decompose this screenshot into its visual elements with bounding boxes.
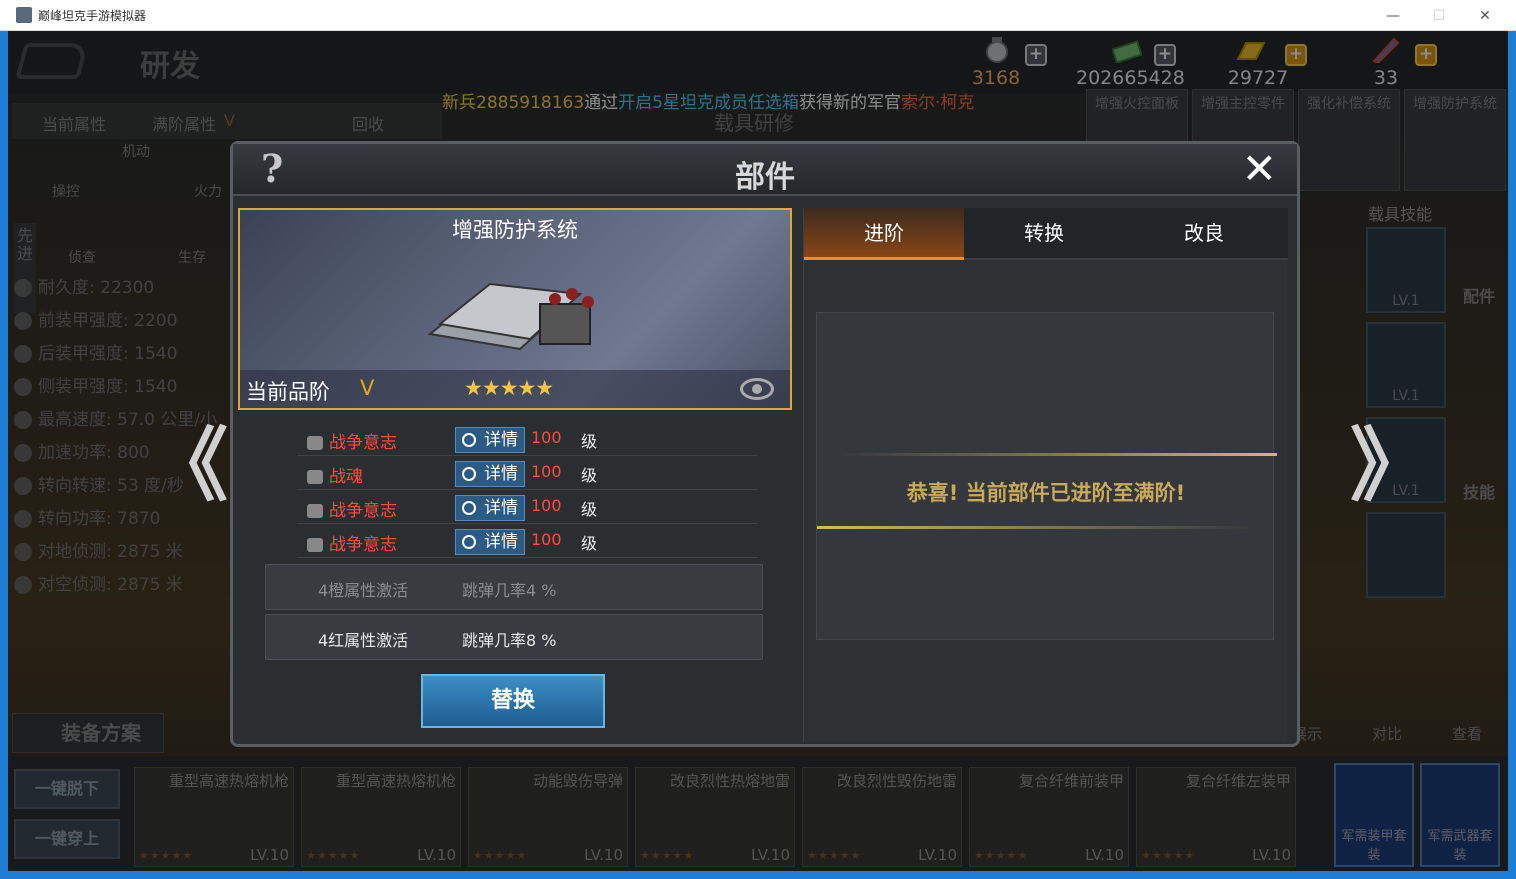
max-level-message: 恭喜! 当前部件已进阶至满阶!: [906, 481, 1186, 505]
dialog-title: 部件: [735, 160, 795, 195]
attr-name: 战争意志: [307, 496, 397, 521]
grade-value: V: [360, 376, 375, 400]
prev-part-arrow[interactable]: 《: [148, 401, 228, 517]
wrench-icon: [307, 470, 323, 484]
attr-name-text: 战争意志: [329, 535, 397, 555]
wrench-icon: [307, 538, 323, 552]
max-level-banner: 恭喜! 当前部件已进阶至满阶!: [817, 453, 1277, 529]
dialog-header: ? 部件 ✕: [233, 144, 1297, 196]
level-unit: 级: [581, 500, 598, 519]
close-dialog-button[interactable]: ✕: [1242, 144, 1277, 193]
level-unit: 级: [581, 432, 598, 451]
tab-advance[interactable]: 进阶: [804, 208, 964, 260]
list-item: 战争意志 详情 100 级: [297, 526, 757, 558]
detail-button[interactable]: 详情: [455, 427, 525, 453]
detail-button[interactable]: 详情: [455, 461, 525, 487]
detail-button[interactable]: 详情: [455, 495, 525, 521]
wrench-icon: [307, 504, 323, 518]
game-viewport: 研发 3168 + 202665428 + 29727 + 33 + 新兵288…: [8, 31, 1508, 871]
upgrade-panel: 进阶 转换 改良 恭喜! 当前部件已进阶至满阶!: [803, 208, 1288, 742]
attr-level: 100: [531, 530, 562, 549]
grade-stars: ★★★★★: [464, 376, 554, 400]
attr-name-text: 战争意志: [329, 501, 397, 521]
card-footer: 当前品阶 V ★★★★★: [240, 370, 790, 408]
attr-name: 战争意志: [307, 530, 397, 555]
next-part-arrow[interactable]: 》: [1350, 401, 1430, 517]
activation-label: 4橙属性激活: [318, 581, 409, 600]
close-window-button[interactable]: ✕: [1470, 6, 1500, 26]
part-card: 增强防护系统 当前品阶 V ★★★★★: [238, 208, 792, 410]
wrench-icon: [307, 436, 323, 450]
eye-icon[interactable]: [740, 378, 774, 400]
list-item: 战争意志 详情 100 级: [297, 424, 757, 456]
attr-level: 100: [531, 496, 562, 515]
level-unit: 级: [581, 534, 598, 553]
part-name: 增强防护系统: [452, 218, 578, 242]
grade-label: 当前品阶: [246, 380, 330, 404]
app-window: 巅峰坦克手游模拟器 — ☐ ✕ 研发 3168 + 202665428 + 29…: [0, 0, 1516, 879]
app-icon: [16, 7, 32, 23]
part-dialog: ? 部件 ✕ 增强防护系统 当前品阶 V ★★★★★ 战争意志 详情 100 级…: [230, 141, 1300, 747]
attr-name: 战魂: [307, 462, 363, 487]
detail-button[interactable]: 详情: [455, 529, 525, 555]
attr-level: 100: [531, 428, 562, 447]
list-item: 战争意志 详情 100 级: [297, 492, 757, 524]
attr-name-text: 战争意志: [329, 433, 397, 453]
minimize-button[interactable]: —: [1378, 6, 1408, 26]
tab-convert[interactable]: 转换: [964, 208, 1124, 260]
title-bar: 巅峰坦克手游模拟器 — ☐ ✕: [0, 0, 1516, 31]
armor-part-icon: [427, 282, 594, 351]
banner-line: [837, 453, 1277, 456]
activation-row-orange: 4橙属性激活 跳弹几率4 %: [265, 564, 763, 610]
attr-level: 100: [531, 462, 562, 481]
activation-value: 跳弹几率4 %: [462, 581, 557, 600]
replace-button[interactable]: 替换: [421, 674, 605, 728]
attr-name-text: 战魂: [329, 467, 363, 487]
window-title: 巅峰坦克手游模拟器: [38, 9, 147, 23]
maximize-button[interactable]: ☐: [1424, 6, 1454, 26]
advance-info-box: 恭喜! 当前部件已进阶至满阶!: [816, 312, 1277, 640]
attr-name: 战争意志: [307, 428, 397, 453]
tab-improve[interactable]: 改良: [1124, 208, 1284, 260]
upgrade-tabs: 进阶 转换 改良: [804, 208, 1288, 260]
activation-value: 跳弹几率8 %: [462, 631, 557, 650]
level-unit: 级: [581, 466, 598, 485]
list-item: 战魂 详情 100 级: [297, 458, 757, 490]
banner-line: [817, 526, 1257, 529]
activation-label: 4红属性激活: [318, 631, 409, 650]
activation-row-red: 4红属性激活 跳弹几率8 %: [265, 614, 763, 660]
